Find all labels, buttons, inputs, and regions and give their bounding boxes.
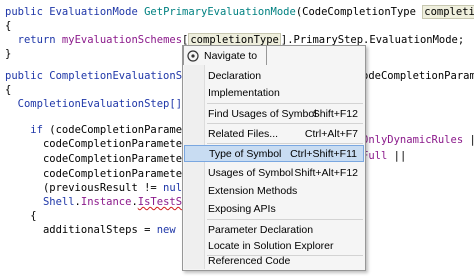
code-line-12-right: Full || [362,150,407,162]
code-line-6: public CompletionEvaluationStep[ [5,70,208,82]
code-line-12: codeCompletionParameters. [42,153,201,165]
menu-separator [207,103,363,104]
code-line-11: codeCompletionParameters. [42,138,201,150]
menu-title: Navigate to [204,49,258,62]
navigate-to-menu: Declaration Implementation Find Usages o… [182,45,366,271]
navigate-icon [187,49,199,62]
code-line-10-right: OnlyDynamicRules || [362,134,474,146]
code-line-6-right: odeCompletionParamete [362,70,474,82]
menu-item-exposing-apis[interactable]: Exposing APIs [184,200,364,217]
menu-item-type-of-symbol[interactable]: Type of Symbol Ctrl+Shift+F11 [184,145,364,162]
menu-item-referenced-code[interactable]: Referenced Code [184,252,364,269]
menu-title-tab: Navigate to [183,45,267,65]
code-line-4: } [5,48,12,60]
menu-item-related-files[interactable]: Related Files... Ctrl+Alt+F7 [184,125,364,142]
menu-item-usages-of-symbol[interactable]: Usages of Symbol Shift+Alt+F12 [184,164,364,181]
menu-separator [207,219,363,220]
code-line-17: additionalSteps = new Co [42,224,195,236]
menu-separator [207,143,363,144]
code-line-1: public EvaluationMode GetPrimaryEvaluati… [5,4,474,20]
menu-item-extension-methods[interactable]: Extension Methods [184,182,364,199]
menu-item-parameter-declaration[interactable]: Parameter Declaration [184,221,364,238]
menu-item-declaration[interactable]: Declaration [184,67,364,84]
menu-item-implementation[interactable]: Implementation [184,84,364,101]
menu-item-find-usages[interactable]: Find Usages of Symbol Shift+F12 [184,105,364,122]
menu-separator [207,123,363,124]
